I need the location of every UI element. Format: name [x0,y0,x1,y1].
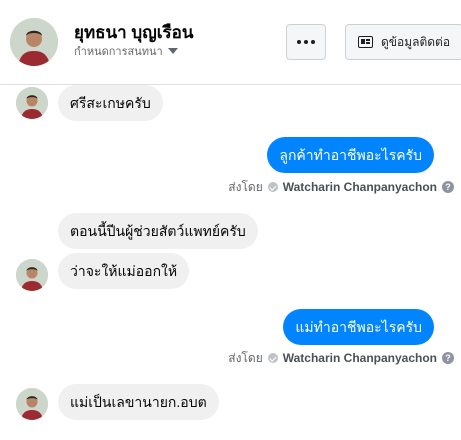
check-circle-icon [267,353,278,363]
contact-avatar[interactable] [10,18,58,66]
conversation-settings-label: กำหนดการสนทนา [74,46,163,58]
sent-by-label: ส่งโดย [228,350,263,365]
more-dots-icon [297,40,315,44]
sent-by-row: ส่งโดย Watcharin Chanpanyachon ? [228,350,454,366]
sent-by-row: ส่งโดย Watcharin Chanpanyachon ? [228,179,454,195]
message-bubble-incoming[interactable]: แม่เป็นเลขานายก.อบต [58,384,219,420]
contact-card-icon [358,36,373,48]
sent-by-label: ส่งโดย [228,179,263,194]
person-photo-icon [16,388,48,420]
view-contact-info-label: ดูข้อมูลติดต่อ [381,34,451,49]
sender-avatar[interactable] [16,388,48,420]
person-photo-icon [16,259,48,291]
help-icon[interactable]: ? [442,352,454,364]
message-bubble-incoming[interactable]: ว่าจะให้แม่ออกให้ [58,253,190,289]
conversation-settings-dropdown[interactable]: กำหนดการสนทนา [74,44,178,58]
caret-down-icon [167,48,178,54]
message-bubble-incoming[interactable]: ศรีสะเกษครับ [58,85,163,121]
conversation-header: ยุทธนา บุญเรือน กำหนดการสนทนา ดูข้อมูลติ… [0,0,461,85]
message-bubble-incoming[interactable]: ตอนนี้ปีนผู้ช่วยสัตว์แพทย์ครับ [58,213,258,249]
person-photo-icon [10,18,58,66]
help-icon[interactable]: ? [442,181,454,193]
message-bubble-outgoing[interactable]: ลูกค้าทำอาชีพอะไรครับ [267,137,434,173]
more-options-button[interactable] [286,24,326,60]
view-contact-info-button[interactable]: ดูข้อมูลติดต่อ [345,24,461,60]
message-bubble-outgoing[interactable]: แม่ทำอาชีพอะไรครับ [283,309,434,345]
sender-name[interactable]: Watcharin Chanpanyachon [283,351,437,365]
check-circle-icon [267,182,278,192]
sender-avatar[interactable] [16,259,48,291]
sender-name[interactable]: Watcharin Chanpanyachon [283,180,437,194]
person-photo-icon [16,87,48,119]
sender-avatar[interactable] [16,87,48,119]
